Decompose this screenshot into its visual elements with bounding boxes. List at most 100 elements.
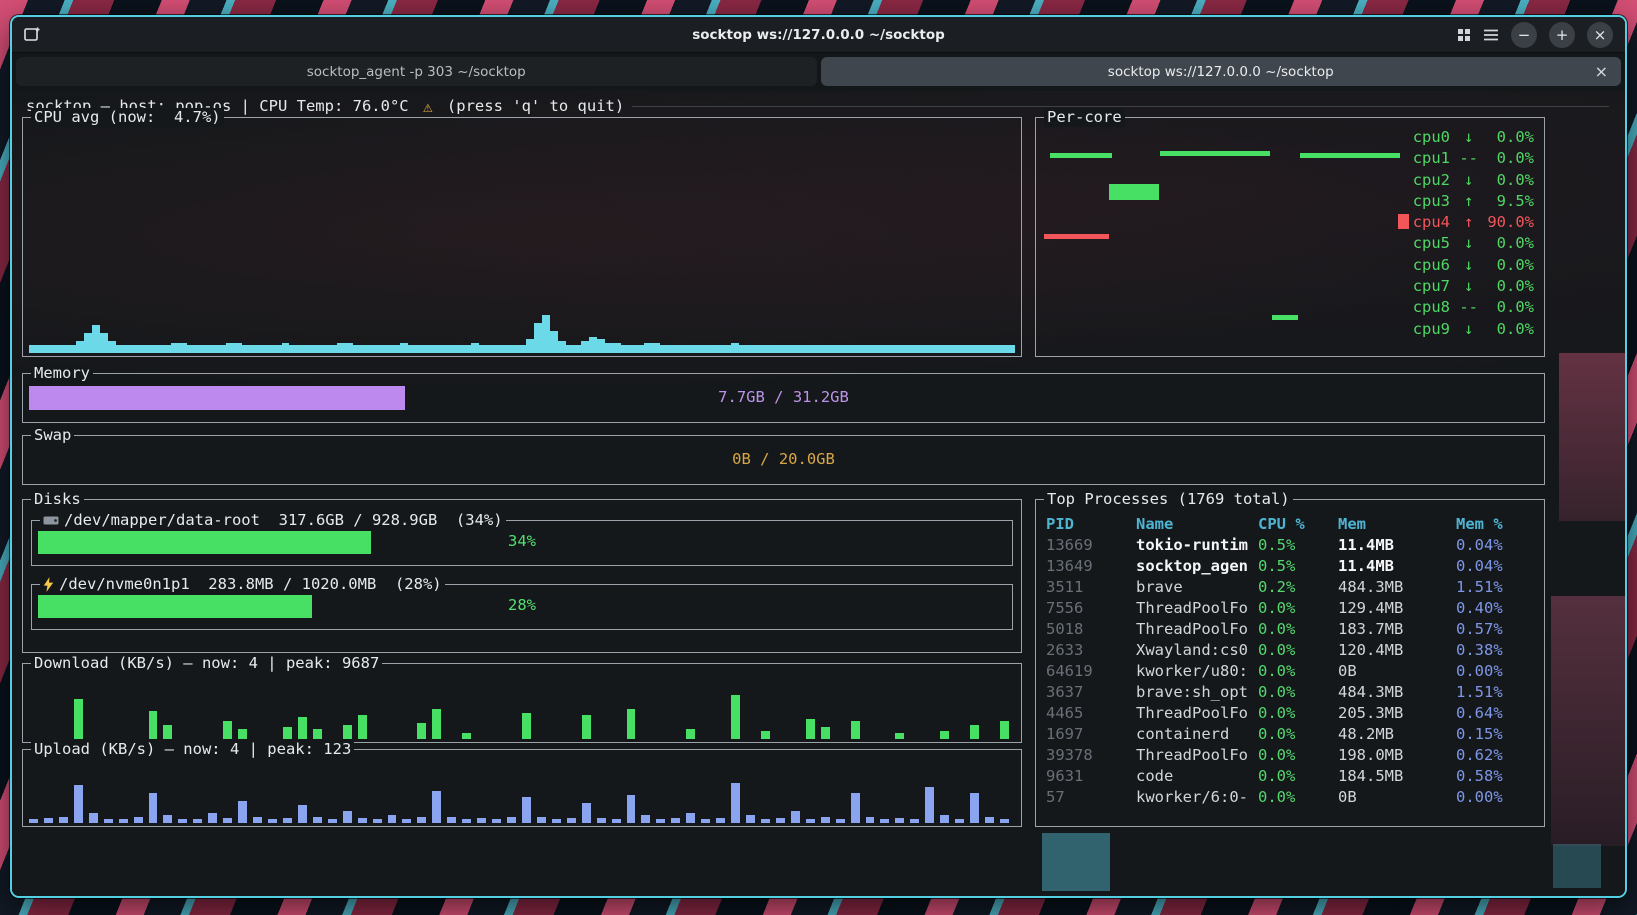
col-name: Name [1136, 514, 1258, 535]
spark-bar [392, 345, 400, 353]
spark-bar [627, 795, 636, 823]
spark-bar [439, 345, 447, 353]
process-name: code [1136, 766, 1258, 787]
process-row: 4465ThreadPoolFo0.0%205.3MB0.64% [1046, 703, 1538, 724]
swap-panel: Swap 0B / 20.0GB [22, 435, 1545, 485]
download-title: Download (KB/s) — now: 4 | peak: 9687 [34, 654, 379, 673]
disks-panel: Disks /dev/mapper/data-root 317.6GB / 92… [22, 499, 1022, 653]
core-row-cpu9: cpu9 ↓ 0.0% [1398, 319, 1534, 340]
app-header: socktop — host: pop-os | CPU Temp: 76.0°… [26, 96, 1609, 116]
spark-bar [384, 345, 392, 353]
spark-bar [282, 343, 290, 353]
header-rule [632, 106, 1609, 107]
menu-icon[interactable] [1483, 29, 1499, 41]
process-pid: 3637 [1046, 682, 1136, 703]
process-cpu: 0.0% [1258, 640, 1338, 661]
spark-bar [74, 699, 83, 739]
header-hint: (press 'q' to quit) [438, 97, 625, 115]
spark-bar [313, 817, 322, 823]
spark-bar [652, 343, 660, 353]
spark-bar [258, 345, 266, 353]
process-pid: 64619 [1046, 661, 1136, 682]
close-button[interactable]: × [1587, 22, 1613, 48]
process-mem: 183.7MB [1338, 619, 1456, 640]
spark-bar [329, 345, 337, 353]
core-row-cpu1: cpu1 -- 0.0% [1398, 148, 1534, 169]
spark-bar [507, 817, 516, 823]
spark-bar [1000, 345, 1008, 353]
tab-socktop-agent[interactable]: socktop_agent -p 303 ~/socktop [16, 57, 817, 86]
disk-item-data-root: /dev/mapper/data-root 317.6GB / 928.9GB … [31, 520, 1013, 566]
terminal-content[interactable]: socktop — host: pop-os | CPU Temp: 76.0°… [12, 91, 1625, 896]
spark-bar [627, 709, 636, 739]
process-mem: 11.4MB [1338, 556, 1456, 577]
spark-bar [534, 323, 542, 353]
process-mem: 484.3MB [1338, 682, 1456, 703]
tab-socktop[interactable]: socktop ws://127.0.0.0 ~/socktop × [821, 57, 1622, 86]
process-name: ThreadPoolFo [1136, 598, 1258, 619]
minimize-button[interactable]: − [1511, 22, 1537, 48]
spark-bar [936, 345, 944, 353]
process-row: 2633Xwayland:cs00.0%120.4MB0.38% [1046, 640, 1538, 661]
spark-bar [771, 345, 779, 353]
process-memp: 0.62% [1456, 745, 1538, 766]
spark-bar [447, 345, 455, 353]
swap-title: Swap [34, 426, 71, 445]
process-mem: 484.3MB [1338, 577, 1456, 598]
core-history-segment [1160, 151, 1270, 156]
spark-bar [731, 695, 740, 739]
download-panel: Download (KB/s) — now: 4 | peak: 9687 [22, 663, 1022, 743]
spark-bar [487, 345, 495, 353]
spark-bar [755, 345, 763, 353]
process-row: 57kworker/6:0-0.0%0B0.00% [1046, 787, 1538, 808]
tile-grid-icon[interactable] [1457, 28, 1471, 42]
process-name: containerd [1136, 724, 1258, 745]
spark-bar [37, 345, 45, 353]
maximize-button[interactable]: + [1549, 22, 1575, 48]
process-pid: 57 [1046, 787, 1136, 808]
spark-bar [518, 345, 526, 353]
cpu-avg-title: CPU avg (now: 4.7%) [34, 108, 221, 127]
screen: { "colors": { "green": "#47e065", "red":… [0, 0, 1637, 915]
per-core-labels: cpu0 ↓ 0.0%cpu1 -- 0.0%cpu2 ↓ 0.0%cpu3 ↑… [1398, 127, 1534, 340]
spark-bar [163, 345, 171, 353]
spark-bar [621, 345, 629, 353]
warning-icon: ⚠ [423, 97, 433, 116]
wallpaper-bleed [1042, 833, 1110, 891]
process-mem: 129.4MB [1338, 598, 1456, 619]
disk-percent: 28% [32, 596, 1012, 614]
spark-bar [61, 345, 69, 353]
process-mem: 205.3MB [1338, 703, 1456, 724]
spark-bar [821, 817, 830, 823]
spark-bar [716, 818, 725, 823]
spark-bar [526, 339, 534, 353]
process-row: 5018ThreadPoolFo0.0%183.7MB0.57% [1046, 619, 1538, 640]
upload-title: Upload (KB/s) — now: 4 | peak: 123 [34, 740, 351, 759]
spark-bar [851, 793, 860, 823]
disk-title: /dev/mapper/data-root 317.6GB / 928.9GB … [64, 511, 503, 530]
core-row-cpu2: cpu2 ↓ 0.0% [1398, 170, 1534, 191]
spark-bar [701, 819, 710, 823]
spark-bar [992, 345, 1000, 353]
process-row: 39378ThreadPoolFo0.0%198.0MB0.62% [1046, 745, 1538, 766]
process-row: 64619kworker/u80:0.0%0B0.00% [1046, 661, 1538, 682]
new-tab-icon[interactable] [24, 27, 41, 42]
spark-bar [283, 727, 292, 739]
spark-bar [132, 345, 140, 353]
spark-bar [250, 345, 258, 353]
tab-close-icon[interactable]: × [1595, 64, 1608, 80]
spark-bar [432, 709, 441, 739]
memory-title: Memory [34, 364, 90, 383]
spark-bar [226, 343, 234, 353]
spark-bar [761, 819, 770, 823]
core-history-segment [1300, 153, 1400, 158]
spark-bar [842, 345, 850, 353]
process-pid: 4465 [1046, 703, 1136, 724]
spark-bar [810, 345, 818, 353]
spark-bar [723, 345, 731, 353]
process-row: 1697containerd0.0%48.2MB0.15% [1046, 724, 1538, 745]
core-history-segment [1109, 184, 1159, 200]
spark-bar [471, 343, 479, 353]
spark-bar [179, 343, 187, 353]
spark-bar [193, 819, 202, 823]
